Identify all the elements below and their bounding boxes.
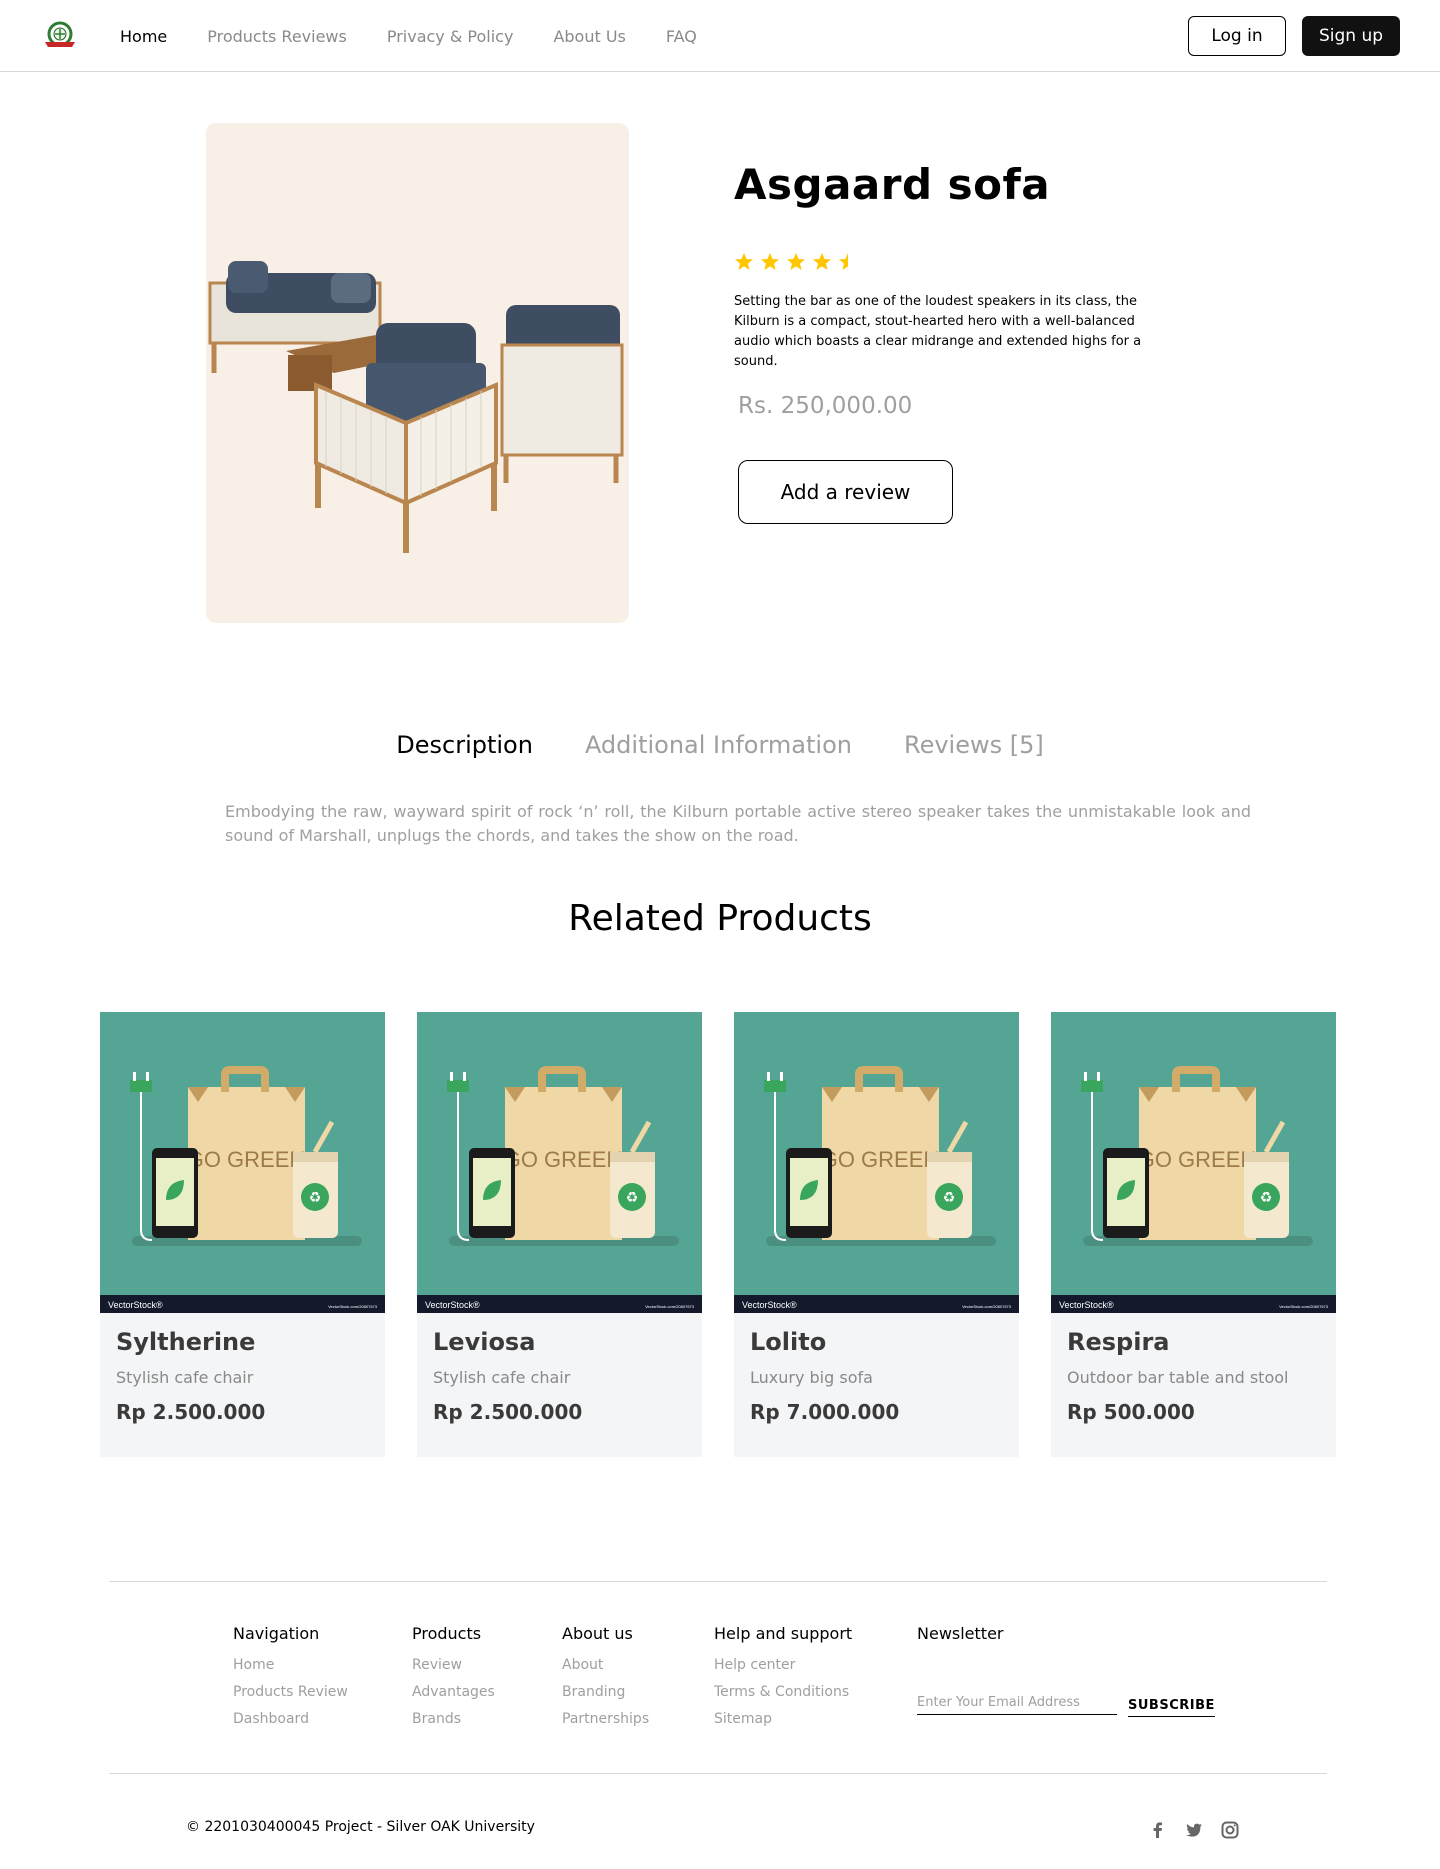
newsletter-email-input[interactable] (917, 1695, 1117, 1715)
footer-link-advantages[interactable]: Advantages (412, 1684, 495, 1700)
svg-text:VectorStock.com/20807673: VectorStock.com/20807673 (1279, 1304, 1329, 1309)
product-card-description: Stylish cafe chair (433, 1368, 571, 1387)
product-price: Rs. 250,000.00 (738, 393, 913, 419)
product-image (206, 123, 629, 623)
tab-additional-information[interactable]: Additional Information (585, 731, 852, 759)
svg-text:♻: ♻ (1260, 1190, 1273, 1206)
star-full-icon (813, 253, 831, 270)
footer-column-title: Help and support (714, 1624, 853, 1643)
svg-text:GO GREEN: GO GREEN (1138, 1147, 1257, 1172)
svg-text:VectorStock.com/20807673: VectorStock.com/20807673 (645, 1304, 695, 1309)
svg-text:VectorStock.com/20807673: VectorStock.com/20807673 (328, 1304, 378, 1309)
product-card-price: Rp 2.500.000 (116, 1400, 266, 1424)
nav-about-us[interactable]: About Us (553, 27, 625, 46)
footer-column-title: Products (412, 1624, 482, 1643)
go-green-image: VectorStock® VectorStock.com/20807673 GO… (417, 1012, 702, 1313)
social-links (1148, 1820, 1240, 1840)
footer-link-brands[interactable]: Brands (412, 1711, 495, 1727)
go-green-image: VectorStock® VectorStock.com/20807673 GO… (1051, 1012, 1336, 1313)
main-nav: Home Products Reviews Privacy & Policy A… (120, 0, 737, 72)
footer-column-about-us: About us About Branding Partnerships (562, 1624, 649, 1738)
footer-link-products-review[interactable]: Products Review (233, 1684, 348, 1700)
nav-home[interactable]: Home (120, 27, 167, 46)
footer-column-products: Products Review Advantages Brands (412, 1624, 495, 1738)
newsletter-title: Newsletter (917, 1624, 1004, 1643)
star-full-icon (787, 253, 805, 270)
product-card-price: Rp 2.500.000 (433, 1400, 583, 1424)
svg-text:VectorStock.com/20807673: VectorStock.com/20807673 (962, 1304, 1012, 1309)
svg-text:GO GREEN: GO GREEN (821, 1147, 940, 1172)
facebook-icon[interactable] (1148, 1820, 1168, 1840)
star-full-icon (735, 253, 753, 270)
footer-column-newsletter: Newsletter (917, 1624, 1004, 1657)
product-card-name: Lolito (750, 1328, 827, 1356)
product-title: Asgaard sofa (734, 160, 1051, 209)
svg-text:VectorStock®: VectorStock® (108, 1300, 163, 1310)
product-card-price: Rp 7.000.000 (750, 1400, 900, 1424)
nav-products-reviews[interactable]: Products Reviews (207, 27, 347, 46)
site-header: Home Products Reviews Privacy & Policy A… (0, 0, 1440, 72)
star-half-icon (839, 253, 848, 270)
nav-faq[interactable]: FAQ (666, 27, 697, 46)
footer-link-branding[interactable]: Branding (562, 1684, 649, 1700)
product-card-description: Luxury big sofa (750, 1368, 873, 1387)
footer-link-review[interactable]: Review (412, 1657, 495, 1673)
svg-text:VectorStock®: VectorStock® (1059, 1300, 1114, 1310)
signup-button[interactable]: Sign up (1302, 16, 1400, 56)
footer-divider-bottom (109, 1773, 1327, 1774)
footer-column-title: Navigation (233, 1624, 320, 1643)
copyright-text: © 2201030400045 Project - Silver OAK Uni… (186, 1819, 535, 1835)
twitter-icon[interactable] (1184, 1820, 1204, 1840)
footer-column-title: About us (562, 1624, 633, 1643)
product-card[interactable]: VectorStock® VectorStock.com/20807673 GO… (1051, 1012, 1336, 1457)
footer-link-sitemap[interactable]: Sitemap (714, 1711, 852, 1727)
related-products-title: Related Products (568, 898, 872, 939)
go-green-image: VectorStock® VectorStock.com/20807673 GO… (100, 1012, 385, 1313)
tab-description[interactable]: Description (396, 731, 533, 759)
related-products-list: VectorStock® VectorStock.com/20807673 GO… (100, 1012, 1336, 1457)
product-card-name: Syltherine (116, 1328, 256, 1356)
tab-description-content: Embodying the raw, wayward spirit of roc… (225, 802, 1251, 845)
product-card-description: Outdoor bar table and stool (1067, 1368, 1289, 1387)
subscribe-button[interactable]: SUBSCRIBE (1128, 1698, 1215, 1717)
product-card-price: Rp 500.000 (1067, 1400, 1195, 1424)
svg-text:♻: ♻ (626, 1190, 639, 1206)
footer-link-dashboard[interactable]: Dashboard (233, 1711, 348, 1727)
go-green-image: VectorStock® VectorStock.com/20807673 GO… (734, 1012, 1019, 1313)
product-card-name: Respira (1067, 1328, 1170, 1356)
add-review-button[interactable]: Add a review (738, 460, 953, 524)
svg-text:GO GREEN: GO GREEN (504, 1147, 623, 1172)
svg-text:♻: ♻ (309, 1190, 322, 1206)
footer-link-terms-conditions[interactable]: Terms & Conditions (714, 1684, 852, 1700)
footer-divider-top (109, 1581, 1327, 1582)
footer-link-partnerships[interactable]: Partnerships (562, 1711, 649, 1727)
svg-text:VectorStock®: VectorStock® (425, 1300, 480, 1310)
product-card-description: Stylish cafe chair (116, 1368, 254, 1387)
university-logo-icon[interactable] (42, 20, 78, 52)
footer-column-navigation: Navigation Home Products Review Dashboar… (233, 1624, 348, 1738)
product-description: Setting the bar as one of the loudest sp… (734, 294, 1142, 369)
tab-reviews[interactable]: Reviews [5] (904, 731, 1044, 759)
nav-privacy-policy[interactable]: Privacy & Policy (387, 27, 514, 46)
footer-link-help-center[interactable]: Help center (714, 1657, 852, 1673)
product-card[interactable]: VectorStock® VectorStock.com/20807673 GO… (417, 1012, 702, 1457)
sofa-image (208, 261, 624, 553)
login-button[interactable]: Log in (1188, 16, 1286, 56)
svg-text:GO GREEN: GO GREEN (187, 1147, 306, 1172)
product-card[interactable]: VectorStock® VectorStock.com/20807673 GO… (734, 1012, 1019, 1457)
footer-link-about[interactable]: About (562, 1657, 649, 1673)
svg-text:VectorStock®: VectorStock® (742, 1300, 797, 1310)
star-full-icon (761, 253, 779, 270)
svg-text:♻: ♻ (943, 1190, 956, 1206)
rating-stars (734, 252, 858, 272)
product-card[interactable]: VectorStock® VectorStock.com/20807673 GO… (100, 1012, 385, 1457)
footer-column-help-support: Help and support Help center Terms & Con… (714, 1624, 852, 1738)
product-card-name: Leviosa (433, 1328, 536, 1356)
instagram-icon[interactable] (1220, 1820, 1240, 1840)
product-tabs: Description Additional Information Revie… (0, 731, 1440, 759)
footer-link-home[interactable]: Home (233, 1657, 348, 1673)
